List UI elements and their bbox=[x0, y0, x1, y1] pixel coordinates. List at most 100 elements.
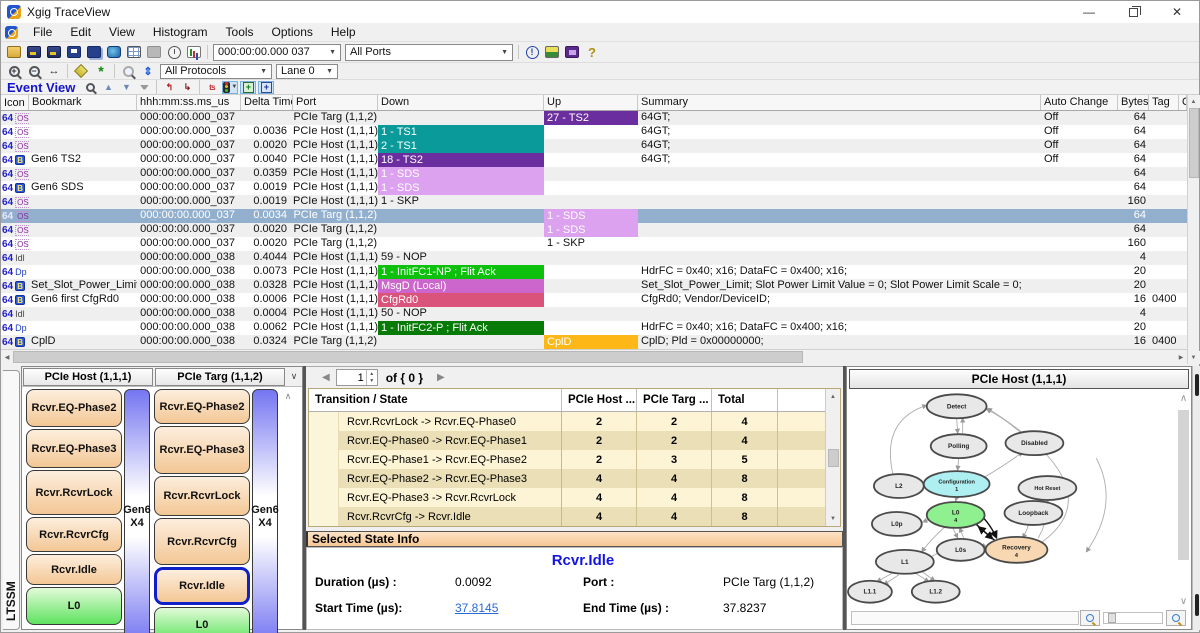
ltssm-state-rcvr-eq-phase3[interactable]: Rcvr.EQ-Phase3 bbox=[26, 429, 122, 468]
col-header-port[interactable]: Port bbox=[293, 95, 378, 110]
menu-options[interactable]: Options bbox=[263, 25, 322, 39]
zoom-in-button[interactable]: + bbox=[5, 63, 23, 79]
scroll-up-icon[interactable]: ▲ bbox=[1188, 95, 1200, 108]
ltssm-state-diagram[interactable]: DetectPollingDisabledConfiguration1Hot R… bbox=[847, 391, 1176, 609]
lane-combobox[interactable]: Lane 0 ▼ bbox=[276, 64, 338, 79]
fit-width-button[interactable]: ↔ bbox=[45, 63, 63, 79]
jump-up-button[interactable]: ↰ bbox=[161, 81, 177, 94]
search-button[interactable] bbox=[119, 63, 137, 79]
col-header-transition-state[interactable]: Transition / State bbox=[309, 389, 562, 411]
diagram-node-hot-reset[interactable]: Hot Reset bbox=[1018, 476, 1076, 500]
start-time-link[interactable]: 37.8145 bbox=[455, 601, 583, 615]
diagram-zoom-in-button[interactable] bbox=[1166, 610, 1186, 626]
col-header-total[interactable]: Total bbox=[712, 389, 778, 411]
help-button[interactable]: ? bbox=[583, 44, 601, 60]
sync-scroll-button[interactable]: ⇕ bbox=[139, 63, 157, 79]
chevron-up-icon[interactable]: ∧ bbox=[285, 391, 292, 402]
grid-view-button[interactable] bbox=[125, 44, 143, 60]
chevron-down-icon[interactable]: ∨ bbox=[1180, 596, 1187, 607]
prev-event-button[interactable]: ▲ bbox=[100, 81, 116, 94]
diagram-zoom-slider[interactable] bbox=[1103, 612, 1163, 624]
nav-next-icon[interactable]: ▶ bbox=[437, 372, 445, 383]
trigger-info-button[interactable]: ! bbox=[523, 44, 541, 60]
diagram-node-polling[interactable]: Polling bbox=[931, 434, 987, 458]
col-header-down[interactable]: Down bbox=[378, 95, 544, 110]
col-header-bookmark[interactable]: Bookmark bbox=[29, 95, 137, 110]
table-row[interactable]: 64BCplD000:00:00.000_0380.0324PCIe Targ … bbox=[1, 335, 1187, 349]
ltssm-scroll[interactable]: ∧∨ bbox=[282, 389, 294, 633]
ltssm-state-rcvr-rcvrcfg[interactable]: Rcvr.RcvrCfg bbox=[26, 517, 122, 552]
table-row[interactable]: 64Idl000:00:00.000_0380.0004PCIe Host (1… bbox=[1, 307, 1187, 321]
diagram-node-l1[interactable]: L1 bbox=[876, 550, 934, 574]
nav-prev-icon[interactable]: ◀ bbox=[322, 372, 330, 383]
capture-view-button[interactable] bbox=[105, 44, 123, 60]
ltssm-state-rcvr-idle[interactable]: Rcvr.Idle bbox=[154, 567, 250, 605]
filter-button[interactable] bbox=[136, 81, 152, 94]
open-workspace-button[interactable] bbox=[45, 44, 63, 60]
transition-row[interactable]: Rcvr.EQ-Phase3 -> Rcvr.RcvrLock448 bbox=[309, 488, 825, 507]
transition-row[interactable]: Rcvr.EQ-Phase2 -> Rcvr.EQ-Phase3448 bbox=[309, 469, 825, 488]
table-row[interactable]: 64BGen6 first CfgRd0000:00:00.000_0380.0… bbox=[1, 293, 1187, 307]
spinner-up-icon[interactable]: ▲ bbox=[369, 371, 374, 377]
ltssm-state-rcvr-eq-phase2[interactable]: Rcvr.EQ-Phase2 bbox=[26, 389, 122, 427]
transition-row[interactable]: Rcvr.EQ-Phase0 -> Rcvr.EQ-Phase1224 bbox=[309, 431, 825, 450]
diagram-node-disabled[interactable]: Disabled bbox=[1006, 431, 1064, 455]
table-row[interactable]: 64OS000:00:00.000_0370.0034PCIe Targ (1,… bbox=[1, 209, 1187, 223]
menu-view[interactable]: View bbox=[100, 25, 144, 39]
diagram-node-l1-2[interactable]: L1.2 bbox=[912, 581, 960, 603]
ltssm-state-rcvr-rcvrlock[interactable]: Rcvr.RcvrLock bbox=[154, 476, 250, 516]
col-header-icon[interactable]: Icon bbox=[1, 95, 29, 110]
diagram-scrollbar[interactable]: ∧ ∨ bbox=[1176, 391, 1191, 609]
statistics-button[interactable] bbox=[185, 44, 203, 60]
diagram-zoom-out-button[interactable] bbox=[1080, 610, 1100, 626]
minimize-button[interactable]: — bbox=[1067, 1, 1111, 23]
transition-row[interactable]: Rcvr.EQ-Phase1 -> Rcvr.EQ-Phase2235 bbox=[309, 450, 825, 469]
diagram-h-scrollbar[interactable] bbox=[851, 611, 1079, 625]
table-row[interactable]: 64Dp000:00:00.000_0380.0073PCIe Host (1,… bbox=[1, 265, 1187, 279]
close-button[interactable]: ✕ bbox=[1155, 1, 1199, 23]
diagram-node-l0p[interactable]: L0p bbox=[872, 512, 922, 536]
cursor-button[interactable]: ʦ bbox=[204, 81, 220, 94]
scroll-down-icon[interactable]: ▼ bbox=[1188, 351, 1200, 364]
grip-handle[interactable] bbox=[1195, 374, 1199, 396]
analyzer-button[interactable] bbox=[563, 44, 581, 60]
scroll-up-icon[interactable]: ▲ bbox=[827, 390, 840, 403]
table-row[interactable]: 64OS000:00:00.000_0370.0020PCIe Targ (1,… bbox=[1, 223, 1187, 237]
time-jump-combobox[interactable]: 000:00:00.000 037 ▼ bbox=[213, 44, 341, 61]
ltssm-state-rcvr-rcvrcfg[interactable]: Rcvr.RcvrCfg bbox=[154, 518, 250, 565]
ltssm-state-rcvr-rcvrlock[interactable]: Rcvr.RcvrLock bbox=[26, 470, 122, 515]
table-row[interactable]: 64OS000:00:00.000_0370.0020PCIe Host (1,… bbox=[1, 139, 1187, 153]
expand-all-button[interactable]: + bbox=[240, 81, 256, 94]
ltssm-state-rcvr-eq-phase2[interactable]: Rcvr.EQ-Phase2 bbox=[154, 389, 250, 424]
save-button[interactable] bbox=[65, 44, 83, 60]
save-all-button[interactable] bbox=[85, 44, 103, 60]
menu-histogram[interactable]: Histogram bbox=[144, 25, 217, 39]
ltssm-host-header[interactable]: PCIe Host (1,1,1) bbox=[23, 368, 153, 386]
diagram-node-configuration[interactable]: Configuration1 bbox=[924, 471, 990, 497]
jump-down-button[interactable]: ↳ bbox=[179, 81, 195, 94]
grip-handle[interactable] bbox=[1195, 594, 1199, 616]
col-header-summary[interactable]: Summary bbox=[638, 95, 1041, 110]
transition-row[interactable]: Rcvr.RcvrLock -> Rcvr.EQ-Phase0224 bbox=[309, 412, 825, 431]
col-header-queue[interactable]: Qu bbox=[1179, 95, 1187, 110]
scroll-left-icon[interactable]: ◀ bbox=[1, 351, 13, 364]
table-row[interactable]: 64OS000:00:00.000_0370.0359PCIe Host (1,… bbox=[1, 167, 1187, 181]
trace-h-scrollbar[interactable]: ◀ ▶ bbox=[1, 349, 1187, 364]
col-header-up[interactable]: Up bbox=[544, 95, 638, 110]
col-header-auto-change[interactable]: Auto Change bbox=[1041, 95, 1118, 110]
chevron-down-icon[interactable]: ∨ bbox=[286, 371, 302, 382]
transition-index-spinner[interactable]: 1 ▲▼ bbox=[336, 369, 378, 386]
open-trace-button[interactable] bbox=[5, 44, 23, 60]
table-row[interactable]: 64OS000:00:00.000_037PCIe Targ (1,1,2)27… bbox=[1, 111, 1187, 125]
restore-button[interactable] bbox=[1111, 1, 1155, 23]
table-row[interactable]: 64Idl000:00:00.000_0380.4044PCIe Host (1… bbox=[1, 251, 1187, 265]
next-event-button[interactable]: ▼ bbox=[118, 81, 134, 94]
menu-tools[interactable]: Tools bbox=[217, 25, 263, 39]
diagram-node-l1-1[interactable]: L1.1 bbox=[848, 581, 892, 603]
col-header-pcie-host[interactable]: PCIe Host ... bbox=[562, 389, 637, 411]
diagram-node-l0s[interactable]: L0s bbox=[937, 539, 985, 561]
table-row[interactable]: 64BGen6 SDS000:00:00.000_0370.0019PCIe H… bbox=[1, 181, 1187, 195]
table-row[interactable]: 64Dp000:00:00.000_0380.0062PCIe Host (1,… bbox=[1, 321, 1187, 335]
diagram-node-l0[interactable]: L04 bbox=[927, 502, 985, 528]
col-header-pcie-targ[interactable]: PCIe Targ ... bbox=[637, 389, 712, 411]
